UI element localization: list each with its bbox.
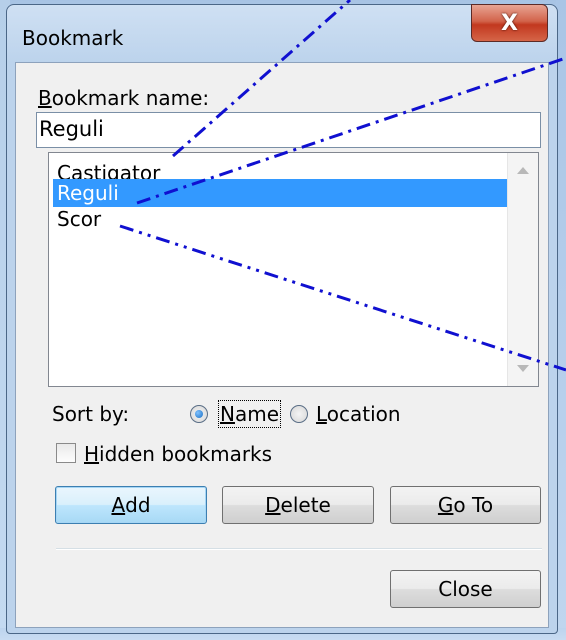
add-button[interactable]: Add bbox=[55, 486, 207, 524]
scroll-down-icon[interactable] bbox=[517, 365, 529, 372]
list-item[interactable]: Scor bbox=[53, 205, 509, 233]
sort-name-radio[interactable] bbox=[190, 405, 208, 423]
delete-button[interactable]: Delete bbox=[222, 486, 374, 524]
delete-accel: D bbox=[265, 493, 281, 517]
close-button[interactable]: Close bbox=[390, 570, 541, 608]
hidden-bookmarks-accel: H bbox=[84, 442, 100, 466]
hidden-bookmarks-label-text: idden bookmarks bbox=[99, 442, 273, 466]
hidden-bookmarks-label[interactable]: Hidden bookmarks bbox=[84, 442, 272, 466]
go-to-accel: G bbox=[437, 493, 454, 517]
hidden-bookmarks-checkbox[interactable] bbox=[56, 443, 76, 463]
sort-location-label-text: ocation bbox=[326, 402, 401, 426]
close-icon[interactable]: X bbox=[471, 4, 548, 42]
bookmark-list[interactable]: Castigator Reguli Scor bbox=[48, 152, 539, 387]
bookmark-name-label: Bookmark name: bbox=[38, 86, 209, 110]
sort-location-accel: L bbox=[316, 402, 327, 426]
delete-label-text: elete bbox=[280, 493, 331, 517]
add-label-text: dd bbox=[125, 493, 151, 517]
sort-name-label[interactable]: Name bbox=[217, 400, 282, 428]
separator bbox=[56, 548, 542, 550]
bookmark-name-accel: B bbox=[38, 86, 52, 110]
bookmark-name-input[interactable]: Reguli bbox=[36, 112, 541, 148]
go-to-label-text: o To bbox=[453, 493, 494, 517]
sort-name-label-text: ame bbox=[234, 402, 280, 426]
sort-name-accel: N bbox=[220, 402, 235, 426]
scroll-up-icon[interactable] bbox=[517, 167, 529, 174]
sort-by-label: Sort by: bbox=[52, 402, 130, 426]
bookmark-name-label-text: ookmark name: bbox=[51, 86, 210, 110]
sort-location-label[interactable]: Location bbox=[316, 402, 401, 426]
sort-location-radio[interactable] bbox=[290, 405, 308, 423]
vertical-scrollbar[interactable] bbox=[507, 153, 538, 386]
go-to-button[interactable]: Go To bbox=[390, 486, 541, 524]
radio-selected-dot bbox=[195, 410, 203, 418]
dialog-title: Bookmark bbox=[22, 26, 124, 50]
list-item-selected[interactable]: Reguli bbox=[53, 179, 509, 207]
add-accel: A bbox=[111, 493, 126, 517]
